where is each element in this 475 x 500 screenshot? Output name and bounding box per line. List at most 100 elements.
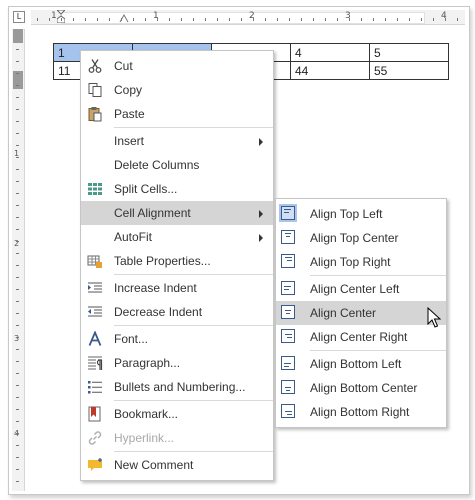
submenu-item-label: Align Center Right [310,330,408,344]
submenu-separator [310,350,446,351]
indent-marker-icon[interactable] [55,9,67,24]
align-bottom-center-icon [281,380,295,394]
ruler-tick [16,301,19,302]
ruler-tick [16,253,19,254]
menu-item-cell-alignment[interactable]: Cell Alignment [81,201,273,225]
align-center-right-item[interactable]: Align Center Right [276,325,446,349]
menu-item-bullets-numbering[interactable]: Bullets and Numbering... [81,375,273,399]
submenu-arrow-icon [259,138,263,146]
paste-icon [87,106,103,122]
menu-item-increase-indent[interactable]: Increase Indent [81,276,273,300]
ruler-tick [16,49,19,50]
horizontal-ruler[interactable]: 1 1 2 3 4 [31,9,465,25]
ruler-tick [16,337,19,338]
vertical-ruler[interactable]: 1 2 3 4 [12,29,25,491]
increase-indent-icon [87,280,103,296]
ruler-tick [265,18,266,21]
menu-item-label: New Comment [114,458,194,472]
ruler-tick [16,433,19,434]
menu-item-label: Table Properties... [114,254,211,268]
menu-item-delete-columns[interactable]: Delete Columns [81,153,273,177]
align-center-item[interactable]: Align Center [276,301,446,325]
menu-separator [114,400,273,401]
ruler-tick [289,18,290,21]
ruler-tick [253,18,254,21]
table-cell[interactable]: 4 [290,43,370,62]
ruler-tick [445,18,446,21]
menu-item-copy[interactable]: Copy [81,78,273,102]
menu-separator [114,127,273,128]
ruler-tick [37,18,38,21]
ruler-tick [277,18,278,21]
menu-item-hyperlink[interactable]: Hyperlink... [81,426,273,450]
align-top-left-item[interactable]: Align Top Left [276,202,446,226]
menu-item-label: Split Cells... [114,182,178,196]
menu-item-split-cells[interactable]: Split Cells... [81,177,273,201]
ruler-tick [337,18,338,21]
ruler-tick [121,18,122,21]
ruler-tick [457,18,458,21]
ruler-tick [16,409,19,410]
menu-item-bookmark[interactable]: Bookmark... [81,402,273,426]
ruler-tick [157,18,158,21]
align-center-left-icon [281,281,295,295]
menu-item-label: Copy [114,83,143,97]
cell-alignment-submenu: Align Top Left Align Top Center Align To… [275,198,447,428]
ruler-tick [16,61,19,62]
ruler-tick [421,18,422,21]
menu-item-label: Insert [114,134,145,148]
bookmark-icon [87,406,103,422]
ruler-tick [16,121,19,122]
align-top-right-item[interactable]: Align Top Right [276,250,446,274]
ruler-tick [16,277,19,278]
menu-item-font[interactable]: Font... [81,327,273,351]
submenu-item-label: Align Top Left [310,207,383,221]
hyperlink-icon [87,430,103,446]
align-bottom-right-item[interactable]: Align Bottom Right [276,400,446,424]
menu-item-table-properties[interactable]: Table Properties... [81,249,273,273]
align-top-right-icon [281,254,295,268]
submenu-separator [310,275,446,276]
menu-item-cut[interactable]: Cut [81,54,273,78]
menu-item-new-comment[interactable]: New Comment [81,453,273,477]
ruler-tick [361,18,362,21]
ruler-tick [16,481,19,482]
ruler-tick [16,373,19,374]
ruler-tick [16,445,19,446]
table-cell[interactable]: 44 [290,61,370,80]
align-top-left-icon [281,206,295,220]
menu-item-decrease-indent[interactable]: Decrease Indent [81,300,273,324]
align-bottom-left-item[interactable]: Align Bottom Left [276,352,446,376]
menu-separator [114,451,273,452]
ruler-tick [16,325,19,326]
table-cell[interactable]: 5 [369,43,449,62]
menu-item-paste[interactable]: Paste [81,102,273,126]
menu-item-label: Cell Alignment [114,206,191,220]
ruler-tick [16,469,19,470]
ruler-margin [13,29,23,43]
menu-item-label: Paragraph... [114,356,181,370]
scissors-icon [87,58,103,74]
ruler-tick [16,349,19,350]
mouse-pointer-icon [427,306,443,329]
ruler-tick [16,85,19,86]
submenu-item-label: Align Bottom Center [310,381,418,395]
copy-icon [87,82,103,98]
submenu-item-label: Align Bottom Right [310,405,410,419]
menu-item-label: Increase Indent [114,281,197,295]
menu-item-insert[interactable]: Insert [81,129,273,153]
menu-item-autofit[interactable]: AutoFit [81,225,273,249]
ruler-tick [16,361,19,362]
menu-item-paragraph[interactable]: Paragraph... [81,351,273,375]
decrease-indent-icon [87,304,103,320]
tab-selector[interactable]: L [13,11,25,23]
submenu-item-label: Align Top Right [310,255,391,269]
ruler-tick [193,18,194,21]
ruler-tick [109,18,110,21]
table-cell[interactable]: 55 [369,61,449,80]
align-top-center-item[interactable]: Align Top Center [276,226,446,250]
align-bottom-center-item[interactable]: Align Bottom Center [276,376,446,400]
menu-item-label: Font... [114,332,149,346]
context-menu: Cut Copy Paste Insert Delete Columns Spl… [80,50,274,481]
align-center-left-item[interactable]: Align Center Left [276,277,446,301]
